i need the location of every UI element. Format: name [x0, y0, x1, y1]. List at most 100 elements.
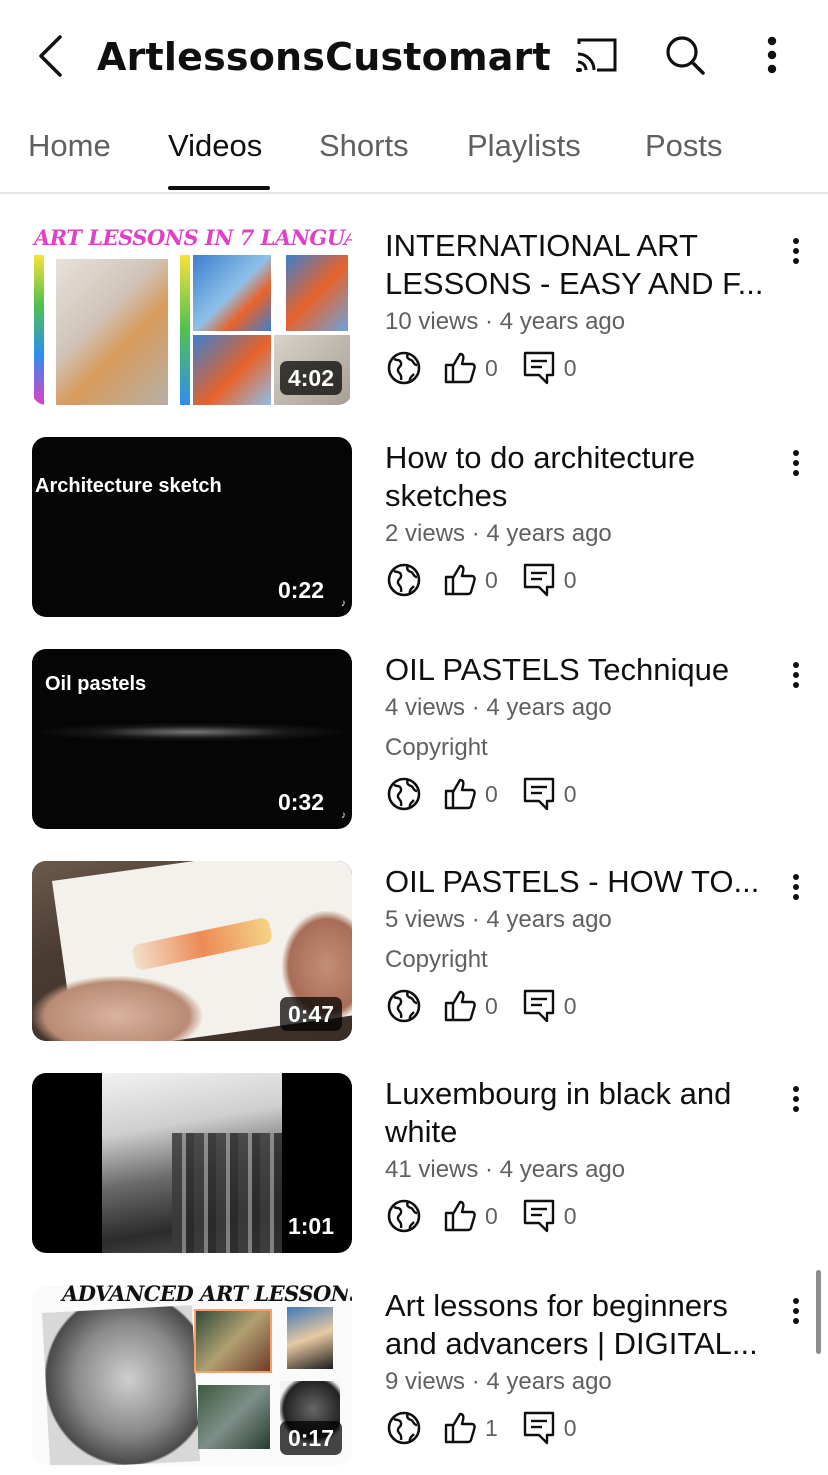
like-count: 0: [485, 1202, 498, 1229]
video-stats: 0 0: [385, 774, 599, 814]
active-tab-indicator: [168, 186, 270, 190]
video-more-button[interactable]: [780, 231, 812, 271]
video-item[interactable]: 1:01 Luxembourg in black and white 41 vi…: [0, 1073, 828, 1263]
video-title[interactable]: OIL PASTELS Technique: [385, 651, 770, 689]
comment-count: 0: [563, 1202, 577, 1229]
video-item[interactable]: Architecture sketch 0:22 ♪ How to do arc…: [0, 437, 828, 627]
video-thumbnail[interactable]: Architecture sketch 0:22 ♪: [32, 437, 352, 617]
video-title[interactable]: OIL PASTELS - HOW TO...: [385, 863, 770, 901]
tab-playlists[interactable]: Playlists: [467, 128, 581, 164]
video-duration: 0:47: [279, 997, 342, 1031]
globe-icon: [385, 349, 423, 387]
thumbnail-image: [193, 255, 271, 331]
thumbnail-image: [42, 723, 342, 741]
video-thumbnail[interactable]: ADVANCED ART LESSONS 0:17: [32, 1285, 352, 1465]
like-icon: [441, 987, 479, 1025]
video-meta: 9 views · 4 years ago: [385, 1368, 612, 1395]
back-button[interactable]: [30, 32, 70, 80]
thumbnail-image: [56, 259, 168, 405]
thumbnail-image: [34, 255, 44, 405]
video-title[interactable]: Luxembourg in black and white: [385, 1075, 770, 1151]
globe-icon: [385, 775, 423, 813]
tab-posts[interactable]: Posts: [645, 128, 723, 164]
video-duration: 0:22: [277, 577, 324, 603]
thumbnail-image: [193, 335, 271, 405]
video-stats: 0 0: [385, 560, 599, 600]
comment-count: 0: [563, 566, 577, 593]
globe-icon: [385, 1409, 423, 1447]
like-icon: [441, 349, 479, 387]
back-arrow-icon: [39, 35, 62, 77]
like-icon: [441, 1409, 479, 1447]
video-duration: 4:02: [279, 361, 342, 395]
video-more-button[interactable]: [780, 443, 812, 483]
video-more-button[interactable]: [780, 867, 812, 907]
video-title[interactable]: INTERNATIONAL ART LESSONS - EASY AND F..…: [385, 227, 770, 303]
like-count: 0: [485, 354, 498, 381]
video-title[interactable]: Art lessons for beginners and advancers …: [385, 1287, 770, 1363]
search-icon: [666, 36, 705, 75]
video-meta: 4 views · 4 years ago: [385, 694, 612, 721]
globe-icon: [385, 987, 423, 1025]
cast-icon: [576, 38, 617, 72]
globe-icon: [385, 1197, 423, 1235]
more-vert-icon: [793, 662, 799, 688]
tab-shorts[interactable]: Shorts: [319, 128, 409, 164]
video-duration: 0:32: [277, 789, 324, 815]
tiktok-icon: ♪: [341, 598, 346, 609]
comment-icon: [520, 349, 558, 387]
more-options-button[interactable]: [747, 30, 797, 80]
video-meta: 5 views · 4 years ago: [385, 906, 612, 933]
thumbnail-image: [198, 1385, 270, 1449]
more-vert-icon: [793, 874, 799, 900]
thumbnail-caption: Oil pastels: [45, 673, 147, 695]
more-vert-icon: [793, 1086, 799, 1112]
video-title[interactable]: How to do architecture sketches: [385, 439, 770, 515]
thumbnail-image: [42, 1305, 200, 1465]
video-item[interactable]: ART LESSONS IN 7 LANGUAGES 4:02 INTERNAT…: [0, 225, 828, 415]
comment-count: 0: [563, 780, 577, 807]
video-meta: 41 views · 4 years ago: [385, 1156, 626, 1183]
comment-icon: [520, 987, 558, 1025]
video-stats: 1 0: [385, 1408, 599, 1448]
top-bar: ArtlessonsCustomart: [0, 0, 828, 110]
comment-icon: [520, 775, 558, 813]
video-item[interactable]: Oil pastels 0:32 ♪ OIL PASTELS Technique…: [0, 649, 828, 839]
video-item[interactable]: ADVANCED ART LESSONS 0:17 Art lessons fo…: [0, 1285, 828, 1475]
more-vert-icon: [793, 450, 799, 476]
video-duration: 1:01: [287, 1213, 334, 1239]
video-thumbnail[interactable]: 1:01: [32, 1073, 352, 1253]
channel-tabs: Home Videos Shorts Playlists Posts: [0, 110, 828, 194]
copyright-label: Copyright: [385, 734, 488, 761]
video-thumbnail[interactable]: 0:47: [32, 861, 352, 1041]
tab-videos[interactable]: Videos: [168, 128, 262, 164]
thumbnail-image: [286, 255, 348, 331]
globe-icon: [385, 561, 423, 599]
like-icon: [441, 1197, 479, 1235]
video-more-button[interactable]: [780, 1079, 812, 1119]
like-count: 0: [485, 992, 498, 1019]
comment-icon: [520, 1409, 558, 1447]
like-icon: [441, 775, 479, 813]
video-stats: 0 0: [385, 348, 599, 388]
video-thumbnail[interactable]: Oil pastels 0:32 ♪: [32, 649, 352, 829]
comment-count: 0: [563, 354, 577, 381]
video-thumbnail[interactable]: ART LESSONS IN 7 LANGUAGES 4:02: [32, 225, 352, 405]
video-more-button[interactable]: [780, 655, 812, 695]
scrollbar[interactable]: [816, 1270, 821, 1354]
thumbnail-image: [32, 976, 202, 1041]
video-stats: 0 0: [385, 1196, 599, 1236]
video-item[interactable]: 0:47 OIL PASTELS - HOW TO... 5 views · 4…: [0, 861, 828, 1051]
like-icon: [441, 561, 479, 599]
channel-title: ArtlessonsCustomart: [97, 35, 551, 79]
tab-home[interactable]: Home: [28, 128, 111, 164]
search-button[interactable]: [660, 30, 710, 80]
thumbnail-image: [172, 1133, 282, 1253]
cast-button[interactable]: [571, 30, 621, 80]
tiktok-icon: ♪: [341, 810, 346, 821]
thumbnail-caption: ADVANCED ART LESSONS: [62, 1285, 352, 1306]
video-meta: 10 views · 4 years ago: [385, 308, 626, 335]
more-vert-icon: [767, 36, 777, 74]
like-count: 0: [485, 566, 498, 593]
video-more-button[interactable]: [780, 1291, 812, 1331]
